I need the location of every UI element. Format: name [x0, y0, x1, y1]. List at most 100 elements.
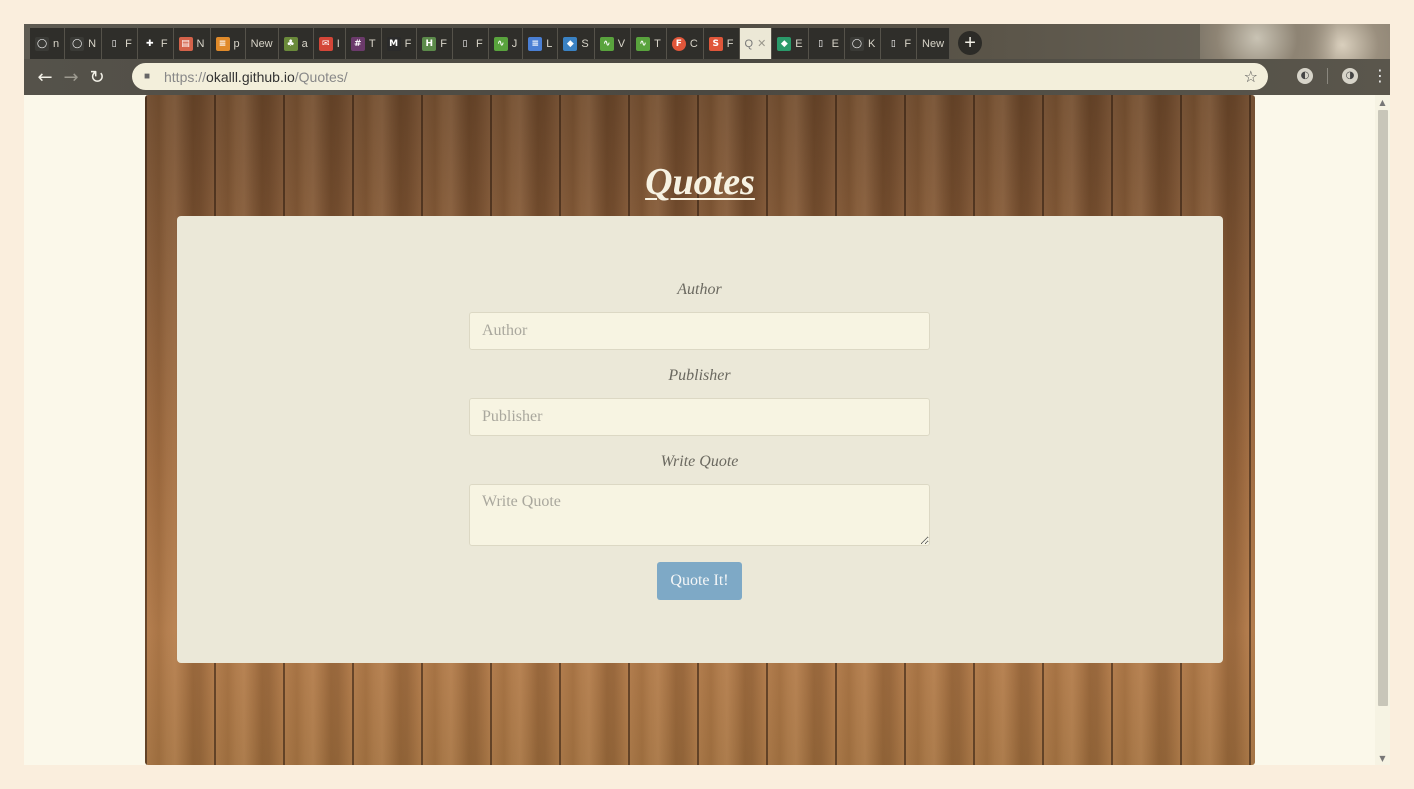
author-input[interactable] — [469, 312, 930, 350]
address-bar[interactable]: ■ https://okalll.github.io/Quotes/ ☆ — [132, 63, 1268, 90]
tab-label: N — [196, 37, 205, 50]
reload-button[interactable]: ↻ — [84, 64, 110, 90]
hackerrank-icon: H — [422, 36, 437, 51]
f-circle-icon: F — [671, 36, 686, 51]
scroll-up-arrow-icon[interactable]: ▲ — [1375, 95, 1390, 109]
browser-menu-icon[interactable]: ⋮ — [1372, 66, 1388, 85]
tab-strip: ◯ n ◯ N ▯ F ✚ F ▤ N ≡ p New ♣ a ✉ I # T M F H F ▯ F ∿ J ≡ L ◆ S ∿ V ∿ T F C S… — [24, 24, 1390, 59]
publisher-label: Publisher — [668, 367, 731, 384]
tab-label: New — [922, 37, 945, 50]
browser-tab[interactable]: ✚ F — [137, 28, 174, 59]
browser-tab[interactable]: New — [917, 28, 951, 59]
scroll-icon: ▤ — [178, 36, 193, 51]
tab-label: F — [904, 37, 912, 50]
tab-label: L — [546, 37, 553, 50]
tab-label: F — [726, 37, 734, 50]
browser-tab[interactable]: ∿ V — [594, 28, 632, 59]
tab-label: V — [617, 37, 626, 50]
author-label: Author — [677, 281, 722, 298]
browser-tab[interactable]: New — [245, 28, 279, 59]
quote-form-card: Author Publisher Write Quote Quote It! — [177, 216, 1223, 663]
document-icon: ▯ — [458, 36, 473, 51]
back-button[interactable]: ← — [32, 64, 58, 90]
scroll-thumb[interactable] — [1378, 110, 1388, 706]
browser-tab[interactable]: ♣ a — [278, 28, 314, 59]
bookmark-icon: ◆ — [563, 36, 578, 51]
tab-label: a — [301, 37, 308, 50]
quote-it-button[interactable]: Quote It! — [657, 562, 742, 600]
browser-window: ◯ n ◯ N ▯ F ✚ F ▤ N ≡ p New ♣ a ✉ I # T M F H F ▯ F ∿ J ≡ L ◆ S ∿ V ∿ T F C S… — [24, 24, 1390, 765]
browser-tab[interactable]: ◆ E — [772, 28, 809, 59]
tab-label: New — [250, 37, 273, 50]
browser-tab[interactable]: ▯ F — [453, 28, 489, 59]
tab-label: C — [689, 37, 698, 50]
browser-tab[interactable]: ▯ E — [808, 28, 845, 59]
tab-label: p — [233, 37, 240, 50]
browser-tab[interactable]: ≡ L — [523, 28, 559, 59]
scroll-down-arrow-icon[interactable]: ▼ — [1375, 751, 1390, 765]
github-icon: ◯ — [849, 36, 864, 51]
page-viewport: Quotes Author Publisher Write Quote Quot… — [24, 95, 1390, 765]
close-tab-icon[interactable]: ✕ — [757, 37, 766, 50]
url-host: okalll.github.io — [206, 68, 295, 85]
browser-tab[interactable]: ≡ p — [210, 28, 246, 59]
browser-tab[interactable]: FC — [666, 28, 704, 59]
bookmark-star-icon[interactable]: ☆ — [1244, 67, 1258, 86]
diamond-icon: ◆ — [777, 36, 792, 51]
puzzle-icon: ✚ — [142, 36, 157, 51]
browser-tab[interactable]: ✉ I — [313, 28, 346, 59]
quote-label: Write Quote — [660, 453, 739, 470]
tab-label: T — [654, 37, 661, 50]
vertical-scrollbar[interactable]: ▲ ▼ — [1375, 95, 1390, 765]
browser-tab[interactable]: ▯ F — [102, 28, 138, 59]
extension-icon[interactable]: ◐ — [1297, 67, 1313, 84]
slack-icon: # — [350, 36, 365, 51]
tab-label: E — [795, 37, 803, 50]
toolbar-divider — [1327, 67, 1328, 84]
extension-area: ◐ ◑ ⋮ — [1297, 66, 1388, 85]
browser-tab[interactable]: ◯ K — [844, 28, 882, 59]
document-icon: ▯ — [886, 36, 901, 51]
new-tab-button[interactable]: + — [958, 31, 983, 55]
medium-icon: M — [386, 36, 401, 51]
chart-icon: ∿ — [599, 36, 614, 51]
browser-tab[interactable]: # T — [345, 28, 382, 59]
tab-label: I — [336, 37, 340, 50]
document-icon: ▯ — [813, 36, 828, 51]
stack-icon: ≡ — [215, 36, 230, 51]
tab-label: F — [125, 37, 132, 50]
s-square-icon: S — [708, 36, 723, 51]
browser-tab[interactable]: ▯ F — [881, 28, 918, 59]
tab-label: K — [867, 37, 876, 50]
browser-tab[interactable]: ◯ N — [65, 28, 103, 59]
browser-tab[interactable]: ◆ S — [558, 28, 595, 59]
leaf-icon: ♣ — [283, 36, 298, 51]
browser-tab[interactable]: HF — [417, 28, 454, 59]
browser-toolbar: ← → ↻ ■ https://okalll.github.io/Quotes/… — [24, 59, 1390, 95]
chart-icon: ∿ — [636, 36, 651, 51]
browser-tab[interactable]: ▤ N — [173, 28, 211, 59]
tab-label: Q — [744, 37, 754, 50]
browser-tab[interactable]: ∿ J — [488, 28, 524, 59]
browser-tab[interactable]: SF — [703, 28, 740, 59]
docs-icon: ≡ — [528, 36, 543, 51]
browser-tab[interactable]: Q ✕ — [739, 28, 773, 59]
tab-label: n — [53, 37, 60, 50]
quote-textarea[interactable] — [469, 484, 930, 546]
tab-label: J — [511, 37, 518, 50]
browser-tab[interactable]: MF — [381, 28, 418, 59]
tab-list: ◯ n ◯ N ▯ F ✚ F ▤ N ≡ p New ♣ a ✉ I # T M F H F ▯ F ∿ J ≡ L ◆ S ∿ V ∿ T F C S… — [30, 28, 983, 59]
publisher-input[interactable] — [469, 398, 930, 436]
browser-tab[interactable]: ∿ T — [631, 28, 667, 59]
browser-tab[interactable]: ◯ n — [30, 28, 66, 59]
chart-icon: ∿ — [493, 36, 508, 51]
profile-avatar-icon[interactable]: ◑ — [1342, 67, 1358, 84]
tab-label: F — [476, 37, 483, 50]
forward-button[interactable]: → — [58, 64, 84, 90]
github-icon: ◯ — [35, 36, 49, 51]
github-icon: ◯ — [70, 36, 85, 51]
url-path: /Quotes/ — [294, 68, 348, 85]
page-title: Quotes — [645, 161, 755, 203]
document-icon: ▯ — [107, 36, 122, 51]
tab-label: S — [581, 37, 589, 50]
